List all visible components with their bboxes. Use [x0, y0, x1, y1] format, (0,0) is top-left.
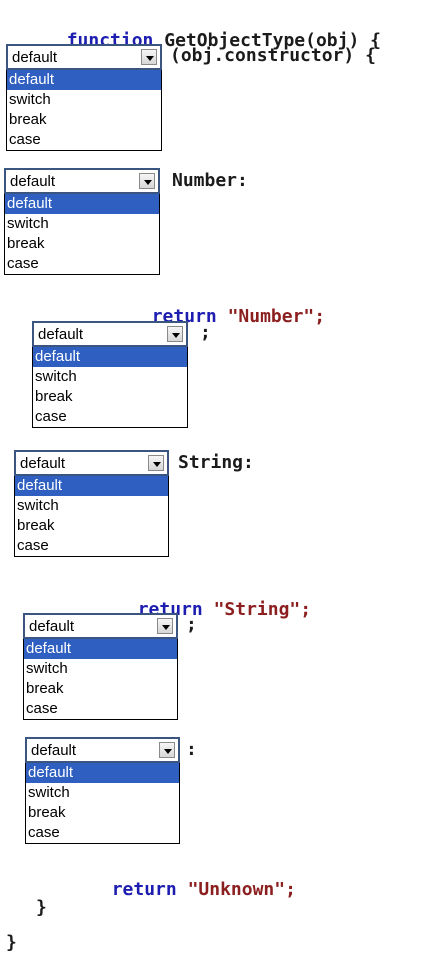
dropdown-select[interactable]: default	[4, 168, 160, 194]
chevron-down-icon[interactable]	[148, 455, 164, 471]
dropdown-option[interactable]: default	[26, 763, 179, 783]
dropdown-option[interactable]: break	[15, 516, 168, 536]
dropdown-option[interactable]: case	[5, 254, 159, 274]
dropdown-option[interactable]: case	[26, 823, 179, 843]
dropdown-option[interactable]: switch	[24, 659, 177, 679]
dropdown-option[interactable]: switch	[5, 214, 159, 234]
dropdown-2[interactable]: default default switch break case	[4, 168, 160, 275]
return-value: "Unknown";	[187, 879, 296, 900]
dropdown-option[interactable]: default	[5, 194, 159, 214]
dropdown-option[interactable]: case	[15, 536, 168, 556]
dropdown-list: default switch break case	[14, 476, 169, 557]
dropdown-option[interactable]: break	[5, 234, 159, 254]
dropdown-option[interactable]: default	[15, 476, 168, 496]
dropdown-list: default switch break case	[32, 347, 188, 428]
chevron-down-icon[interactable]	[139, 173, 155, 189]
dropdown-select[interactable]: default	[6, 44, 162, 70]
dropdown-option[interactable]: switch	[7, 90, 161, 110]
dropdown-5[interactable]: default default switch break case	[23, 613, 178, 720]
dropdown-list: default switch break case	[6, 70, 162, 151]
dropdown-option[interactable]: switch	[33, 367, 187, 387]
dropdown-value: default	[10, 173, 56, 190]
dropdown-list: default switch break case	[4, 194, 160, 275]
dropdown-option[interactable]: default	[7, 70, 161, 90]
dropdown-3[interactable]: default default switch break case	[32, 321, 188, 428]
dropdown-select[interactable]: default	[25, 737, 180, 763]
dropdown-select[interactable]: default	[23, 613, 178, 639]
dropdown-option[interactable]: break	[24, 679, 177, 699]
dropdown-option[interactable]: default	[24, 639, 177, 659]
chevron-down-icon[interactable]	[167, 326, 183, 342]
dropdown-value: default	[29, 618, 75, 635]
dropdown-option[interactable]: default	[33, 347, 187, 367]
return-unknown-line: return "Unknown";	[90, 857, 296, 901]
closing-brace-outer: }	[6, 932, 17, 953]
dropdown-select[interactable]: default	[14, 450, 169, 476]
closing-brace-inner: }	[36, 897, 47, 918]
semicolon-2: ;	[186, 614, 197, 635]
dropdown-value: default	[12, 49, 58, 66]
dropdown-value: default	[38, 326, 84, 343]
dropdown-option[interactable]: break	[7, 110, 161, 130]
dropdown-4[interactable]: default default switch break case	[14, 450, 169, 557]
dropdown-option[interactable]: switch	[15, 496, 168, 516]
return-value: "String";	[213, 599, 312, 620]
dropdown-option[interactable]: switch	[26, 783, 179, 803]
chevron-down-icon[interactable]	[141, 49, 157, 65]
dropdown-option[interactable]: case	[33, 407, 187, 427]
dropdown-option[interactable]: break	[26, 803, 179, 823]
dropdown-option[interactable]: break	[33, 387, 187, 407]
dropdown-list: default switch break case	[25, 763, 180, 844]
case2-line-tail: String:	[178, 452, 254, 473]
semicolon-1: ;	[200, 322, 211, 343]
chevron-down-icon[interactable]	[157, 618, 173, 634]
dropdown-value: default	[31, 742, 77, 759]
return-value: "Number";	[227, 306, 326, 327]
chevron-down-icon[interactable]	[159, 742, 175, 758]
dropdown-option[interactable]: case	[7, 130, 161, 150]
dropdown-1[interactable]: default default switch break case	[6, 44, 162, 151]
colon-3: :	[186, 739, 197, 760]
switch-line-tail: (obj.constructor) {	[170, 45, 376, 66]
dropdown-select[interactable]: default	[32, 321, 188, 347]
dropdown-option[interactable]: case	[24, 699, 177, 719]
case1-line-tail: Number:	[172, 170, 248, 191]
dropdown-list: default switch break case	[23, 639, 178, 720]
return-keyword: return	[111, 879, 177, 900]
dropdown-6[interactable]: default default switch break case	[25, 737, 180, 844]
dropdown-value: default	[20, 455, 66, 472]
